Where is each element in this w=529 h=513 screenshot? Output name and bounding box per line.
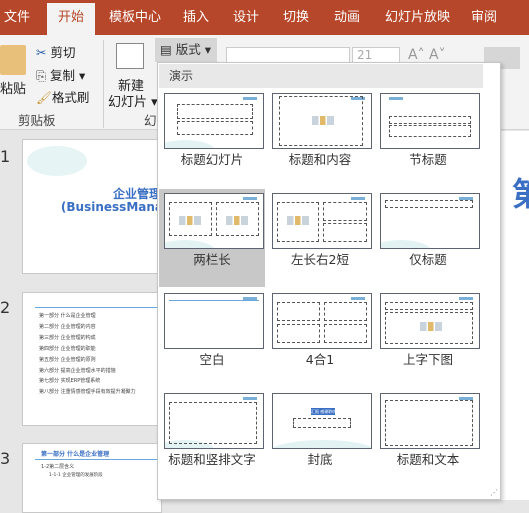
slide-text: 1-2第二层含义 bbox=[41, 464, 75, 470]
agenda-item: 第五部分 企业管理的原则 bbox=[39, 356, 96, 363]
layout-thumbnail bbox=[164, 193, 264, 249]
decor-wave bbox=[27, 146, 87, 176]
slides-group-label: 幻 bbox=[144, 113, 157, 128]
slide-thumbnail-2[interactable]: 第一部分 什么是企业管理 第二部分 企业管理的内容 第三部分 企业管理的构成 第… bbox=[22, 292, 162, 426]
layout-title-vertical-text[interactable]: 标题和竖排文字 bbox=[159, 389, 265, 487]
agenda-item: 第一部分 什么是企业管理 bbox=[39, 313, 96, 319]
layout-thumbnail bbox=[272, 93, 372, 149]
divider bbox=[35, 307, 161, 308]
tab-animations[interactable]: 动画 bbox=[334, 0, 360, 35]
slide-agenda: 第一部分 什么是企业管理 第二部分 企业管理的内容 第三部分 企业管理的构成 第… bbox=[39, 311, 136, 398]
tab-home[interactable]: 开始 bbox=[47, 3, 96, 35]
layout-title-and-content[interactable]: 标题和内容 bbox=[267, 89, 373, 187]
tab-template-center[interactable]: 模板中心 bbox=[109, 0, 161, 35]
layout-label: 标题和文本 bbox=[396, 452, 460, 467]
layout-thumbnail bbox=[380, 393, 480, 449]
divider bbox=[35, 459, 161, 460]
layout-thumbnail bbox=[380, 293, 480, 349]
paste-button[interactable]: 粘贴 bbox=[0, 78, 26, 97]
ribbon-tabs: 文件 开始 模板中心 插入 设计 切换 动画 幻灯片放映 审阅 bbox=[0, 0, 529, 35]
layout-thumbnail bbox=[380, 93, 480, 149]
layout-two-column[interactable]: 两栏长 bbox=[159, 189, 265, 287]
slide-title: 第 bbox=[512, 175, 529, 213]
layout-thumbnail bbox=[380, 193, 480, 249]
slide-number: 3 bbox=[0, 449, 11, 468]
layout-blank[interactable]: 空白 bbox=[159, 289, 265, 387]
layout-label: 左长右2短 bbox=[291, 252, 349, 267]
slide-number: 2 bbox=[0, 298, 11, 317]
layout-label: 仅标题 bbox=[409, 252, 447, 267]
slide-text: 1-1-1 企业管理的发展阶段 bbox=[49, 473, 103, 478]
copy-button[interactable]: ⎘ 复制 ▾ bbox=[36, 65, 85, 84]
layout-label: 上字下图 bbox=[402, 352, 453, 367]
layout-back-cover[interactable]: 汇报 感谢聆听 封底 bbox=[267, 389, 373, 487]
layout-button[interactable]: ▤ 版式 ▾ bbox=[155, 38, 217, 62]
slide-subtitle: (BusinessMana bbox=[60, 200, 162, 214]
layout-label: 标题和竖排文字 bbox=[168, 452, 256, 467]
paste-icon bbox=[0, 45, 26, 75]
new-slide-icon bbox=[116, 43, 144, 69]
slide-thumbnail-pane: 1 企业管理 (BusinessMana 2 第一部分 什么是企业管理 第二部分… bbox=[0, 131, 162, 513]
layout-thumbnail bbox=[272, 293, 372, 349]
slide-thumbnail-1[interactable]: 企业管理 (BusinessMana bbox=[22, 139, 162, 274]
agenda-item: 第三部分 企业管理的构成 bbox=[39, 334, 96, 341]
tab-slideshow[interactable]: 幻灯片放映 bbox=[385, 0, 450, 35]
agenda-item: 第七部分 实现ERP管理系统 bbox=[39, 378, 101, 385]
layout-title-only[interactable]: 仅标题 bbox=[375, 189, 481, 287]
layout-label: 标题和内容 bbox=[288, 152, 352, 167]
gallery-section-header: 演示 bbox=[159, 64, 483, 88]
slide-thumbnail-3[interactable]: 第一部分 什么是企业管理 1-2第二层含义 1-1-1 企业管理的发展阶段 bbox=[22, 443, 162, 513]
tab-insert[interactable]: 插入 bbox=[183, 0, 209, 35]
agenda-item: 第四部分 企业管理的职能 bbox=[39, 345, 96, 352]
layout-icon: ▤ bbox=[160, 42, 172, 57]
layout-thumbnail bbox=[164, 93, 264, 149]
layout-gallery-dropdown: 演示 标题幻灯片 标题和内容 节标题 两栏长 左长右2短 仅标题 空白 4合1 … bbox=[157, 62, 501, 500]
resize-grip-icon[interactable]: ⋰ bbox=[490, 488, 498, 497]
layout-label: 4合1 bbox=[305, 352, 335, 367]
layout-text-above-image[interactable]: 上字下图 bbox=[375, 289, 481, 387]
layout-label: 标题幻灯片 bbox=[180, 152, 244, 167]
tab-review[interactable]: 审阅 bbox=[471, 0, 497, 35]
layout-title-and-text[interactable]: 标题和文本 bbox=[375, 389, 481, 487]
layout-thumbnail bbox=[164, 293, 264, 349]
cover-badge: 汇报 感谢聆听 bbox=[311, 408, 335, 415]
agenda-item: 第八部分 注重情感管理手段有效提升凝聚力 bbox=[39, 389, 136, 396]
layout-label: 节标题 bbox=[409, 152, 447, 167]
grow-font-button[interactable]: A˄ A˅ bbox=[408, 47, 446, 63]
layout-four-in-one[interactable]: 4合1 bbox=[267, 289, 373, 387]
slide-title: 第一部分 什么是企业管理 bbox=[41, 451, 110, 458]
layout-thumbnail bbox=[164, 393, 264, 449]
layout-label: 两栏长 bbox=[193, 252, 231, 267]
layout-thumbnail bbox=[272, 193, 372, 249]
brush-icon: 🖌 bbox=[36, 90, 52, 105]
layout-label: 封底 bbox=[307, 452, 333, 467]
clipboard-group-label: 剪贴板 bbox=[18, 113, 56, 128]
agenda-item: 第二部分 企业管理的内容 bbox=[39, 323, 96, 330]
agenda-item: 第六部分 提高企业管理水平的措施 bbox=[39, 367, 116, 374]
layout-label: 空白 bbox=[199, 352, 225, 367]
slide-canvas[interactable]: 第 bbox=[500, 131, 529, 500]
layout-title-slide[interactable]: 标题幻灯片 bbox=[159, 89, 265, 187]
format-painter-button[interactable]: 🖌格式刷 bbox=[36, 87, 89, 106]
divider bbox=[103, 40, 104, 128]
layout-thumbnail: 汇报 感谢聆听 bbox=[272, 393, 372, 449]
tab-design[interactable]: 设计 bbox=[233, 0, 259, 35]
tab-transitions[interactable]: 切换 bbox=[283, 0, 309, 35]
tab-file[interactable]: 文件 bbox=[4, 0, 30, 35]
scissors-icon: ✂ bbox=[36, 45, 47, 60]
cut-button[interactable]: ✂ 剪切 bbox=[36, 42, 75, 61]
layout-section-header[interactable]: 节标题 bbox=[375, 89, 481, 187]
new-slide-button[interactable]: 幻灯片 ▾ bbox=[108, 91, 158, 110]
layout-left-long-right-two-short[interactable]: 左长右2短 bbox=[267, 189, 373, 287]
slide-number: 1 bbox=[0, 147, 11, 166]
copy-icon: ⎘ bbox=[36, 68, 47, 83]
